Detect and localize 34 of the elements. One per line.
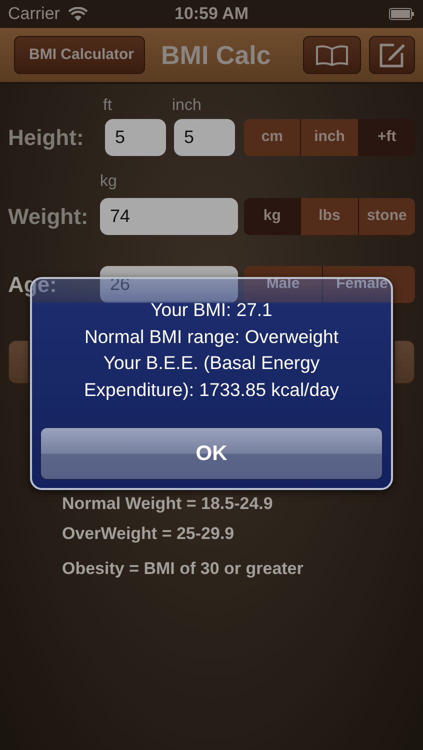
height-field[interactable]: 5 bbox=[174, 119, 235, 156]
battery-icon bbox=[389, 8, 415, 20]
unit-segment[interactable]: lbs bbox=[301, 198, 359, 235]
height-field[interactable]: 5 bbox=[105, 119, 166, 156]
compose-icon bbox=[378, 41, 406, 69]
button-edge bbox=[8, 340, 29, 384]
nav-title: BMI Calc bbox=[161, 38, 272, 72]
alert-message: Normal BMI range: Overweight bbox=[84, 324, 340, 349]
height-label: Height: bbox=[8, 124, 85, 152]
alert-message: Your B.E.E. (Basal Energy Expenditure): 1733.85 kcal/day bbox=[82, 351, 340, 402]
weight-label: Weight: bbox=[8, 203, 90, 231]
book-icon bbox=[315, 44, 349, 66]
ok-button[interactable]: OK bbox=[40, 427, 383, 480]
button-edge bbox=[394, 340, 415, 384]
category-text: Obesity = BMI of 30 or greater bbox=[62, 558, 304, 580]
back-button[interactable]: BMI Calculator bbox=[14, 36, 146, 74]
unit-segment[interactable]: kg bbox=[244, 198, 302, 235]
weight-field[interactable]: 74 bbox=[100, 198, 238, 235]
compose-button[interactable] bbox=[369, 36, 415, 74]
category-text: OverWeight = 25-29.9 bbox=[62, 522, 236, 545]
wifi-icon bbox=[68, 7, 88, 21]
unit-segment[interactable]: +ft bbox=[358, 119, 415, 156]
status-time: 10:59 AM bbox=[173, 3, 250, 26]
alert-message: Your BMI: 27.1 bbox=[150, 298, 274, 322]
book-button[interactable] bbox=[303, 36, 361, 74]
age-label: Age: bbox=[8, 271, 58, 299]
unit-caption: ft bbox=[103, 96, 113, 116]
unit-segment[interactable]: cm bbox=[244, 119, 302, 156]
unit-segment[interactable]: inch bbox=[301, 119, 359, 156]
unit-caption: inch bbox=[172, 96, 202, 116]
unit-caption: kg bbox=[100, 172, 118, 192]
category-text: Normal Weight = 18.5-24.9 bbox=[62, 493, 274, 515]
unit-segment[interactable]: stone bbox=[358, 198, 415, 235]
carrier-label: Carrier bbox=[8, 3, 60, 26]
